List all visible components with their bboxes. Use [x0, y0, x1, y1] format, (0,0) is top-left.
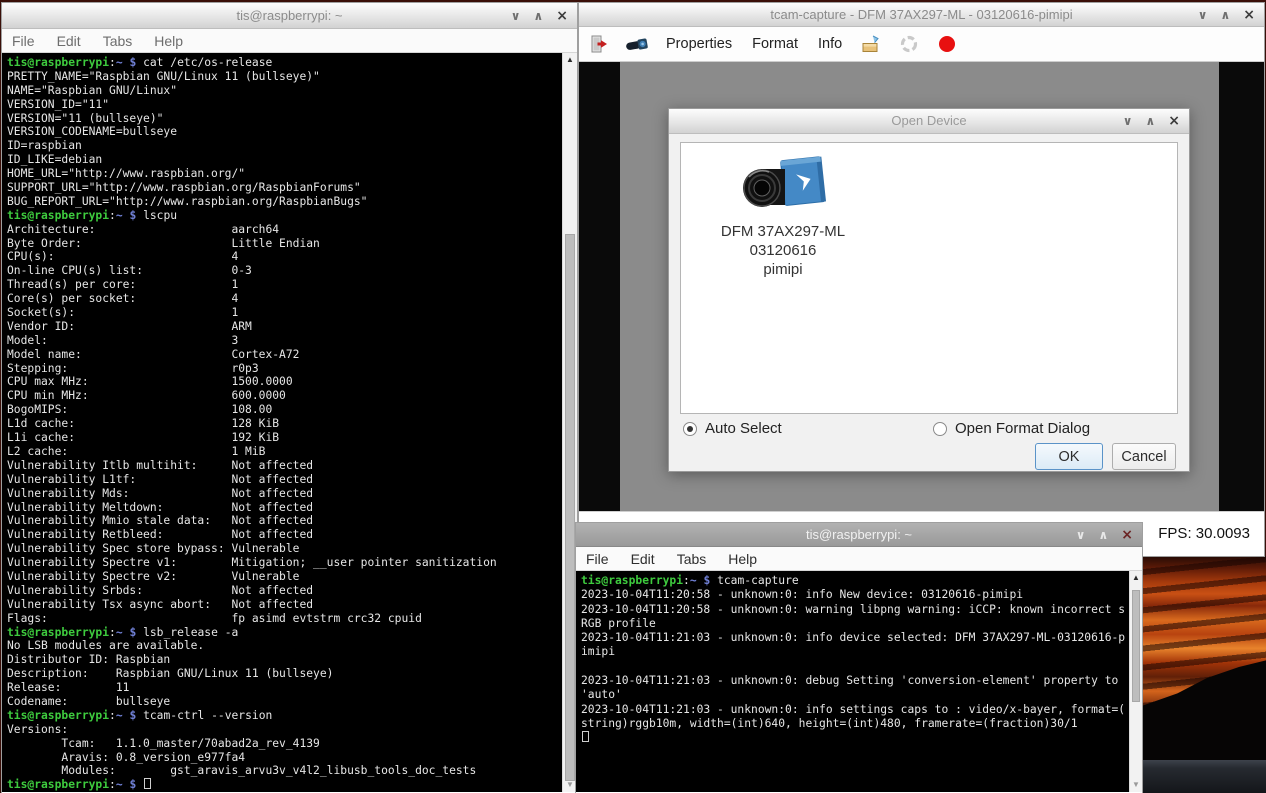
menu-tabs[interactable]: Tabs [103, 33, 133, 49]
scrollbar-thumb[interactable] [1132, 590, 1140, 702]
fps-readout: FPS: 30.0093 [1158, 512, 1250, 556]
shutter-icon[interactable] [897, 33, 921, 55]
open-format-dialog-label: Open Format Dialog [955, 420, 1090, 437]
record-icon[interactable] [935, 33, 959, 55]
shade-icon[interactable]: ∨ [511, 9, 521, 23]
terminal-left-window: tis@raspberrypi: ~ ∨ ∧ × File Edit Tabs … [1, 2, 578, 793]
properties-button[interactable]: Properties [663, 34, 735, 54]
wallpaper-mountain [1143, 656, 1266, 766]
shade-icon[interactable]: ∨ [1123, 114, 1133, 128]
terminal-left-title: tis@raspberrypi: ~ [236, 8, 342, 23]
ok-button[interactable]: OK [1035, 443, 1103, 470]
device-list: DFM 37AX297-ML 03120616 pimipi [680, 142, 1178, 414]
auto-select-radio[interactable]: Auto Select [683, 420, 782, 437]
tcam-toolbar: Properties Format Info [579, 27, 1264, 62]
terminal-bottom-output: tis@raspberrypi:~ $ tcam-capture2023-10-… [576, 571, 1129, 792]
menu-edit[interactable]: Edit [57, 33, 81, 49]
cancel-button[interactable]: Cancel [1112, 443, 1176, 470]
maximize-icon[interactable]: ∧ [1099, 528, 1109, 542]
terminal-left-content[interactable]: tis@raspberrypi:~ $ cat /etc/os-releaseP… [2, 53, 577, 792]
camera-product-image [735, 204, 831, 221]
menu-edit[interactable]: Edit [631, 551, 655, 567]
maximize-icon[interactable]: ∧ [1146, 114, 1156, 128]
save-image-icon[interactable] [859, 33, 883, 55]
close-icon[interactable]: × [1121, 527, 1133, 543]
close-icon[interactable]: × [1168, 113, 1180, 129]
scrollbar-thumb[interactable] [565, 234, 575, 781]
open-device-title: Open Device [891, 113, 966, 128]
menu-file[interactable]: File [586, 551, 609, 567]
terminal-bottom-titlebar[interactable]: tis@raspberrypi: ~ ∨ ∧ × [576, 523, 1142, 547]
camera-device-icon[interactable] [625, 33, 649, 55]
open-device-dialog: Open Device ∨ ∧ × [668, 108, 1190, 472]
auto-select-label: Auto Select [705, 420, 782, 437]
desktop: tcam-capture - DFM 37AX297-ML - 03120616… [0, 0, 1266, 793]
device-serial: 03120616 [699, 241, 867, 260]
open-format-dialog-radio[interactable]: Open Format Dialog [933, 420, 1090, 437]
terminal-left-titlebar[interactable]: tis@raspberrypi: ~ ∨ ∧ × [2, 3, 577, 29]
scroll-up-icon[interactable]: ▲ [563, 53, 577, 67]
maximize-icon[interactable]: ∧ [1221, 8, 1231, 22]
wallpaper-water [1143, 760, 1266, 793]
close-icon[interactable]: × [1243, 7, 1255, 23]
device-list-item[interactable]: DFM 37AX297-ML 03120616 pimipi [699, 151, 867, 279]
menu-help[interactable]: Help [154, 33, 183, 49]
radio-checked-icon[interactable] [683, 422, 697, 436]
terminal-bottom-content[interactable]: tis@raspberrypi:~ $ tcam-capture2023-10-… [576, 571, 1142, 792]
device-type: pimipi [699, 260, 867, 279]
shade-icon[interactable]: ∨ [1076, 528, 1086, 542]
device-model: DFM 37AX297-ML [699, 222, 867, 241]
menu-help[interactable]: Help [728, 551, 757, 567]
shade-icon[interactable]: ∨ [1198, 8, 1208, 22]
terminal-bottom-scrollbar[interactable]: ▲ ▼ [1129, 571, 1142, 792]
close-icon[interactable]: × [556, 8, 568, 24]
terminal-bottom-title: tis@raspberrypi: ~ [806, 527, 912, 542]
terminal-left-output: tis@raspberrypi:~ $ cat /etc/os-releaseP… [2, 53, 562, 792]
maximize-icon[interactable]: ∧ [534, 9, 544, 23]
quit-icon[interactable] [587, 33, 611, 55]
scroll-up-icon[interactable]: ▲ [1130, 571, 1142, 585]
terminal-bottom-window: tis@raspberrypi: ~ ∨ ∧ × File Edit Tabs … [575, 522, 1143, 793]
menu-file[interactable]: File [12, 33, 35, 49]
open-device-titlebar[interactable]: Open Device ∨ ∧ × [669, 109, 1189, 134]
format-button[interactable]: Format [749, 34, 801, 54]
scroll-down-icon[interactable]: ▼ [1130, 778, 1142, 792]
terminal-left-menubar: File Edit Tabs Help [2, 29, 577, 53]
tcam-window-title: tcam-capture - DFM 37AX297-ML - 03120616… [770, 7, 1072, 22]
terminal-bottom-menubar: File Edit Tabs Help [576, 547, 1142, 571]
tcam-titlebar[interactable]: tcam-capture - DFM 37AX297-ML - 03120616… [579, 3, 1264, 27]
desktop-wallpaper [1143, 556, 1266, 793]
info-button[interactable]: Info [815, 34, 845, 54]
radio-unchecked-icon[interactable] [933, 422, 947, 436]
menu-tabs[interactable]: Tabs [677, 551, 707, 567]
